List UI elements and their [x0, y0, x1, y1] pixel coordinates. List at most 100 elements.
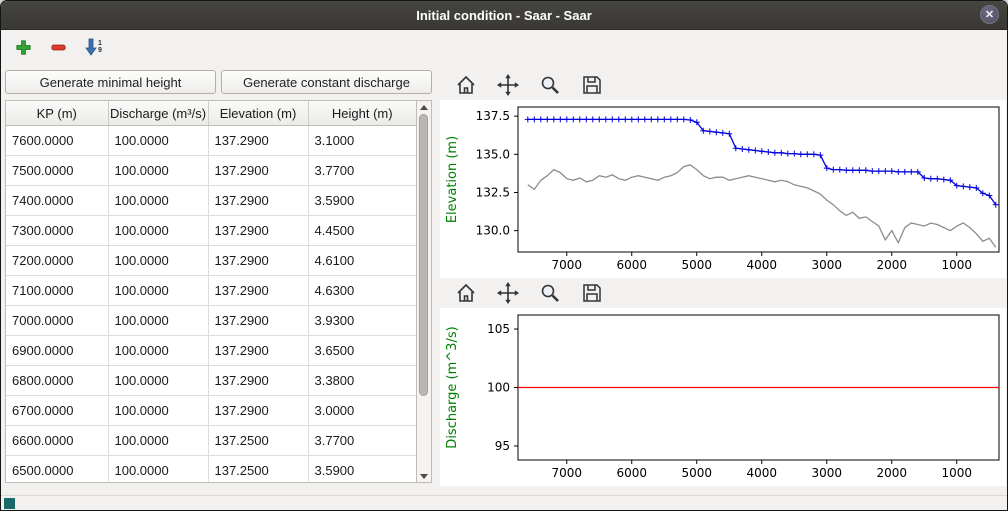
table-row[interactable]: 7300.0000100.0000137.29004.4500 — [6, 216, 416, 246]
table-cell[interactable]: 137.2900 — [208, 216, 308, 246]
elevation-save-button[interactable] — [580, 73, 604, 97]
add-row-button[interactable] — [13, 37, 34, 58]
elevation-chart[interactable]: 7000600050004000300020001000137.5135.013… — [440, 100, 1006, 278]
table-row[interactable]: 6700.0000100.0000137.29003.0000 — [6, 396, 416, 426]
table-cell[interactable]: 137.2900 — [208, 156, 308, 186]
table-cell[interactable]: 137.2500 — [208, 426, 308, 456]
table-cell[interactable]: 3.7700 — [308, 156, 416, 186]
table-row[interactable]: 6900.0000100.0000137.29003.6500 — [6, 336, 416, 366]
y-tick-label: 105 — [487, 322, 510, 336]
table-row[interactable]: 6600.0000100.0000137.25003.7700 — [6, 426, 416, 456]
sort-ascending-button[interactable]: 1 9 — [83, 36, 104, 58]
table-cell[interactable]: 7400.0000 — [6, 186, 108, 216]
remove-row-button[interactable] — [48, 37, 69, 58]
x-tick-label: 2000 — [876, 466, 907, 480]
table-cell[interactable]: 137.2900 — [208, 126, 308, 156]
discharge-pan-button[interactable] — [496, 281, 520, 305]
table-cell[interactable]: 6900.0000 — [6, 336, 108, 366]
scroll-up-icon — [420, 105, 428, 110]
table-cell[interactable]: 100.0000 — [108, 396, 208, 426]
scroll-down-icon — [420, 474, 428, 479]
table-cell[interactable]: 100.0000 — [108, 366, 208, 396]
home-icon — [455, 282, 477, 304]
table-cell[interactable]: 3.5900 — [308, 456, 416, 484]
table-row[interactable]: 7000.0000100.0000137.29003.9300 — [6, 306, 416, 336]
y-tick-label: 132.5 — [476, 185, 510, 199]
table-cell[interactable]: 100.0000 — [108, 456, 208, 484]
table-cell[interactable]: 137.2900 — [208, 366, 308, 396]
table-row[interactable]: 7600.0000100.0000137.29003.1000 — [6, 126, 416, 156]
discharge-save-button[interactable] — [580, 281, 604, 305]
table-cell[interactable]: 3.5900 — [308, 186, 416, 216]
close-button[interactable]: ✕ — [980, 5, 999, 24]
table-cell[interactable]: 100.0000 — [108, 186, 208, 216]
column-header-elevation[interactable]: Elevation (m) — [208, 101, 308, 126]
y-axis-label: Discharge (m^3/s) — [445, 326, 460, 448]
table-cell[interactable]: 137.2900 — [208, 336, 308, 366]
home-icon — [455, 74, 477, 96]
table-cell[interactable]: 100.0000 — [108, 426, 208, 456]
table-cell[interactable]: 7000.0000 — [6, 306, 108, 336]
table-cell[interactable]: 3.7700 — [308, 426, 416, 456]
table-cell[interactable]: 137.2900 — [208, 306, 308, 336]
table-cell[interactable]: 6500.0000 — [6, 456, 108, 484]
table-cell[interactable]: 137.2500 — [208, 456, 308, 484]
table-cell[interactable]: 3.1000 — [308, 126, 416, 156]
table-cell[interactable]: 137.2900 — [208, 396, 308, 426]
table-scrollbar[interactable] — [416, 101, 431, 482]
table-cell[interactable]: 100.0000 — [108, 336, 208, 366]
table-cell[interactable]: 3.3800 — [308, 366, 416, 396]
column-header-height[interactable]: Height (m) — [308, 101, 416, 126]
table-cell[interactable]: 100.0000 — [108, 246, 208, 276]
table-row[interactable]: 7400.0000100.0000137.29003.5900 — [6, 186, 416, 216]
discharge-chart[interactable]: 700060005000400030002000100010510095Disc… — [440, 308, 1006, 486]
table-cell[interactable]: 7500.0000 — [6, 156, 108, 186]
pan-move-icon — [497, 282, 519, 304]
table-row[interactable]: 7200.0000100.0000137.29004.6100 — [6, 246, 416, 276]
table-cell[interactable]: 3.0000 — [308, 396, 416, 426]
app-window: Initial condition - Saar - Saar ✕ 1 9 — [0, 0, 1008, 511]
table-row[interactable]: 6800.0000100.0000137.29003.3800 — [6, 366, 416, 396]
titlebar[interactable]: Initial condition - Saar - Saar ✕ — [1, 1, 1007, 30]
generate-constant-discharge-button[interactable]: Generate constant discharge — [221, 70, 432, 94]
table-cell[interactable]: 3.9300 — [308, 306, 416, 336]
initial-condition-panel: Generate minimal height Generate constan… — [5, 70, 432, 495]
table-cell[interactable]: 100.0000 — [108, 306, 208, 336]
scroll-down-button[interactable] — [417, 470, 431, 482]
discharge-home-button[interactable] — [454, 281, 478, 305]
table-cell[interactable]: 100.0000 — [108, 216, 208, 246]
table-cell[interactable]: 3.6500 — [308, 336, 416, 366]
table-cell[interactable]: 4.4500 — [308, 216, 416, 246]
table-cell[interactable]: 4.6100 — [308, 246, 416, 276]
column-header-discharge[interactable]: Discharge (m³/s) — [108, 101, 208, 126]
table-cell[interactable]: 6800.0000 — [6, 366, 108, 396]
x-tick-label: 5000 — [681, 466, 712, 480]
table-cell[interactable]: 100.0000 — [108, 126, 208, 156]
column-header-kp[interactable]: KP (m) — [6, 101, 108, 126]
zoom-magnifier-icon — [539, 74, 561, 96]
x-tick-label: 6000 — [616, 258, 647, 272]
table-cell[interactable]: 6700.0000 — [6, 396, 108, 426]
generate-minimal-height-button[interactable]: Generate minimal height — [5, 70, 216, 94]
table-cell[interactable]: 7300.0000 — [6, 216, 108, 246]
table-cell[interactable]: 4.6300 — [308, 276, 416, 306]
table-row[interactable]: 7100.0000100.0000137.29004.6300 — [6, 276, 416, 306]
table-cell[interactable]: 7600.0000 — [6, 126, 108, 156]
elevation-pan-button[interactable] — [496, 73, 520, 97]
table-cell[interactable]: 137.2900 — [208, 186, 308, 216]
table-cell[interactable]: 7200.0000 — [6, 246, 108, 276]
table-row[interactable]: 7500.0000100.0000137.29003.7700 — [6, 156, 416, 186]
elevation-zoom-button[interactable] — [538, 73, 562, 97]
elevation-home-button[interactable] — [454, 73, 478, 97]
table-cell[interactable]: 100.0000 — [108, 276, 208, 306]
scroll-track[interactable] — [417, 113, 431, 470]
table-cell[interactable]: 7100.0000 — [6, 276, 108, 306]
table-cell[interactable]: 137.2900 — [208, 276, 308, 306]
table-cell[interactable]: 6600.0000 — [6, 426, 108, 456]
discharge-zoom-button[interactable] — [538, 281, 562, 305]
table-cell[interactable]: 100.0000 — [108, 156, 208, 186]
scroll-up-button[interactable] — [417, 101, 431, 113]
table-row[interactable]: 6500.0000100.0000137.25003.5900 — [6, 456, 416, 484]
table-cell[interactable]: 137.2900 — [208, 246, 308, 276]
scroll-thumb[interactable] — [419, 114, 428, 396]
